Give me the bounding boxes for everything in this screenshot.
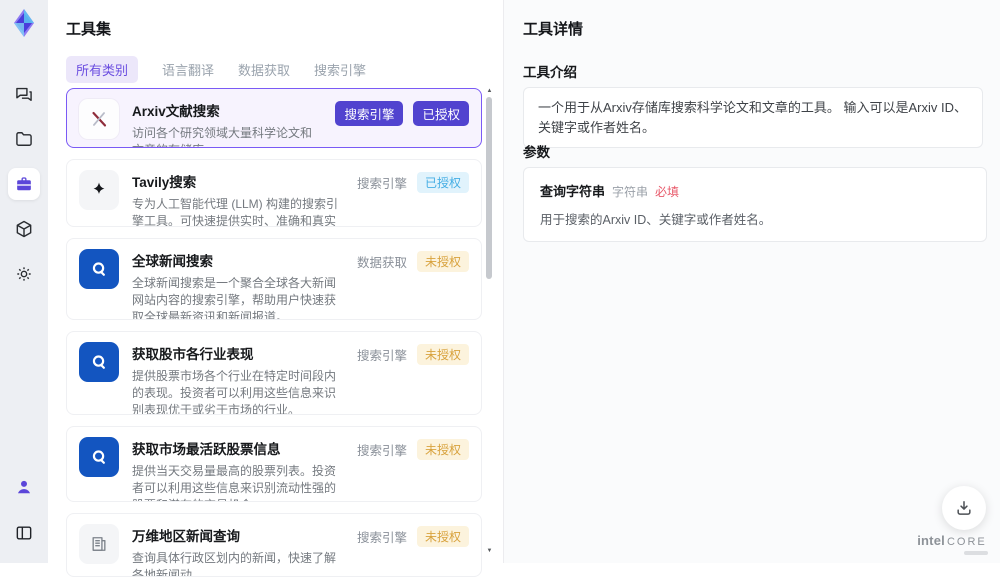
category-label: 搜索引擎 [356,444,407,458]
global-news-logo-icon [79,249,119,289]
tool-description: 提供股票市场各个行业在特定时间段内的表现。投资者可以利用这些信息来识别表现优于或… [132,369,337,415]
list-scrollbar[interactable]: ▲ ▼ [485,88,494,563]
auth-badge: 未授权 [416,526,469,547]
tab-search-engine[interactable]: 搜索引擎 [314,60,366,79]
params-heading: 参数 [523,145,550,160]
split-panel-icon[interactable] [8,517,40,549]
chat-icon[interactable] [8,78,40,110]
scrollbar-up-arrow-icon[interactable]: ▲ [485,88,494,94]
parameter-card: 查询字符串 字符串 必填 用于搜索的Arxiv ID、关键字或作者姓名。 [523,167,987,242]
param-required-label: 必填 [655,185,680,199]
category-label: 搜索引擎 [356,531,407,545]
tool-card-tavily[interactable]: Tavily搜索 专为人工智能代理 (LLM) 构建的搜索引擎工具。可快速提供实… [66,159,482,227]
category-label: 搜索引擎 [356,349,407,363]
auth-badge: 已授权 [413,101,469,126]
tab-language-translation[interactable]: 语言翻译 [162,60,214,79]
tab-data-acquisition[interactable]: 数据获取 [238,60,290,79]
toolbox-icon[interactable] [8,168,40,200]
toolset-panel: 工具集 所有类别 语言翻译 数据获取 搜索引擎 Arxiv文献搜索 访问各个研究… [48,0,503,577]
tool-card-active-stocks[interactable]: 获取市场最活跃股票信息 提供当天交易量最高的股票列表。投资者可以利用这些信息来识… [66,426,482,502]
scrollbar-thumb[interactable] [486,97,492,279]
tool-list: Arxiv文献搜索 访问各个研究领域大量科学论文和文章的存储库。 搜索引擎 已授… [66,88,482,588]
details-title: 工具详情 [523,21,584,38]
download-icon [957,501,971,515]
category-label: 搜索引擎 [356,177,407,191]
tool-description: 查询具体行政区划内的新闻，快速了解各地新闻动 [132,551,337,577]
param-name: 查询字符串 [540,184,606,199]
tool-details-panel: 工具详情 工具介绍 一个用于从Arxiv存储库搜索科学论文和文章的工具。 输入可… [503,0,1000,563]
tool-description: 访问各个研究领域大量科学论文和文章的存储库。 [132,126,313,147]
page-title: 工具集 [66,21,112,38]
tool-description: 专为人工智能代理 (LLM) 构建的搜索引擎工具。可快速提供实时、准确和真实的结… [132,197,339,227]
tool-description: 提供当天交易量最高的股票列表。投资者可以利用这些信息来识别流动性强的股票和潜在的… [132,464,337,501]
auth-badge: 未授权 [416,251,469,272]
settings-gear-icon[interactable] [8,258,40,290]
tool-card-arxiv[interactable]: Arxiv文献搜索 访问各个研究领域大量科学论文和文章的存储库。 搜索引擎 已授… [66,88,482,148]
folder-icon[interactable] [8,123,40,155]
param-description: 用于搜索的Arxiv ID、关键字或作者姓名。 [540,213,772,227]
user-icon[interactable] [8,471,40,503]
intro-heading: 工具介绍 [523,65,577,80]
param-type: 字符串 [612,185,649,199]
app-logo-icon [14,9,34,37]
tavily-star-logo-icon [79,170,119,210]
stock-search-logo-icon [79,342,119,382]
app-rail [0,0,48,563]
category-badge: 搜索引擎 [335,101,404,126]
stock-search-logo-icon [79,437,119,477]
tool-description: 全球新闻搜索是一个聚合全球各大新闻网站内容的搜索引擎，帮助用户快速获取全球最新资… [132,276,337,320]
cube-icon[interactable] [8,213,40,245]
category-label: 数据获取 [356,256,407,270]
tool-name: 获取股市各行业表现 [132,347,254,362]
tool-name: 万维地区新闻查询 [132,529,240,544]
arxiv-logo-icon [79,99,119,139]
download-button[interactable] [942,486,986,530]
newspaper-icon [79,524,119,564]
tool-card-stock-sector[interactable]: 获取股市各行业表现 提供股票市场各个行业在特定时间段内的表现。投资者可以利用这些… [66,331,482,415]
tool-intro-text: 一个用于从Arxiv存储库搜索科学论文和文章的工具。 输入可以是Arxiv ID… [523,87,983,148]
intel-core-logo: intel core [916,532,988,555]
category-tabs: 所有类别 语言翻译 数据获取 搜索引擎 [66,56,366,83]
tool-card-global-news[interactable]: 全球新闻搜索 全球新闻搜索是一个聚合全球各大新闻网站内容的搜索引擎，帮助用户快速… [66,238,482,320]
tool-name: 全球新闻搜索 [132,254,213,269]
auth-badge: 已授权 [416,172,469,193]
scrollbar-down-arrow-icon[interactable]: ▼ [485,548,494,554]
tab-all-categories[interactable]: 所有类别 [66,56,139,83]
tool-name: Tavily搜索 [132,175,197,190]
auth-badge: 未授权 [416,439,469,460]
auth-badge: 未授权 [416,344,469,365]
intel-logo-bar [964,551,988,555]
tool-name: Arxiv文献搜索 [132,104,220,119]
tool-name: 获取市场最活跃股票信息 [132,442,281,457]
tool-card-regional-news[interactable]: 万维地区新闻查询 查询具体行政区划内的新闻，快速了解各地新闻动 搜索引擎 未授权 [66,513,482,577]
